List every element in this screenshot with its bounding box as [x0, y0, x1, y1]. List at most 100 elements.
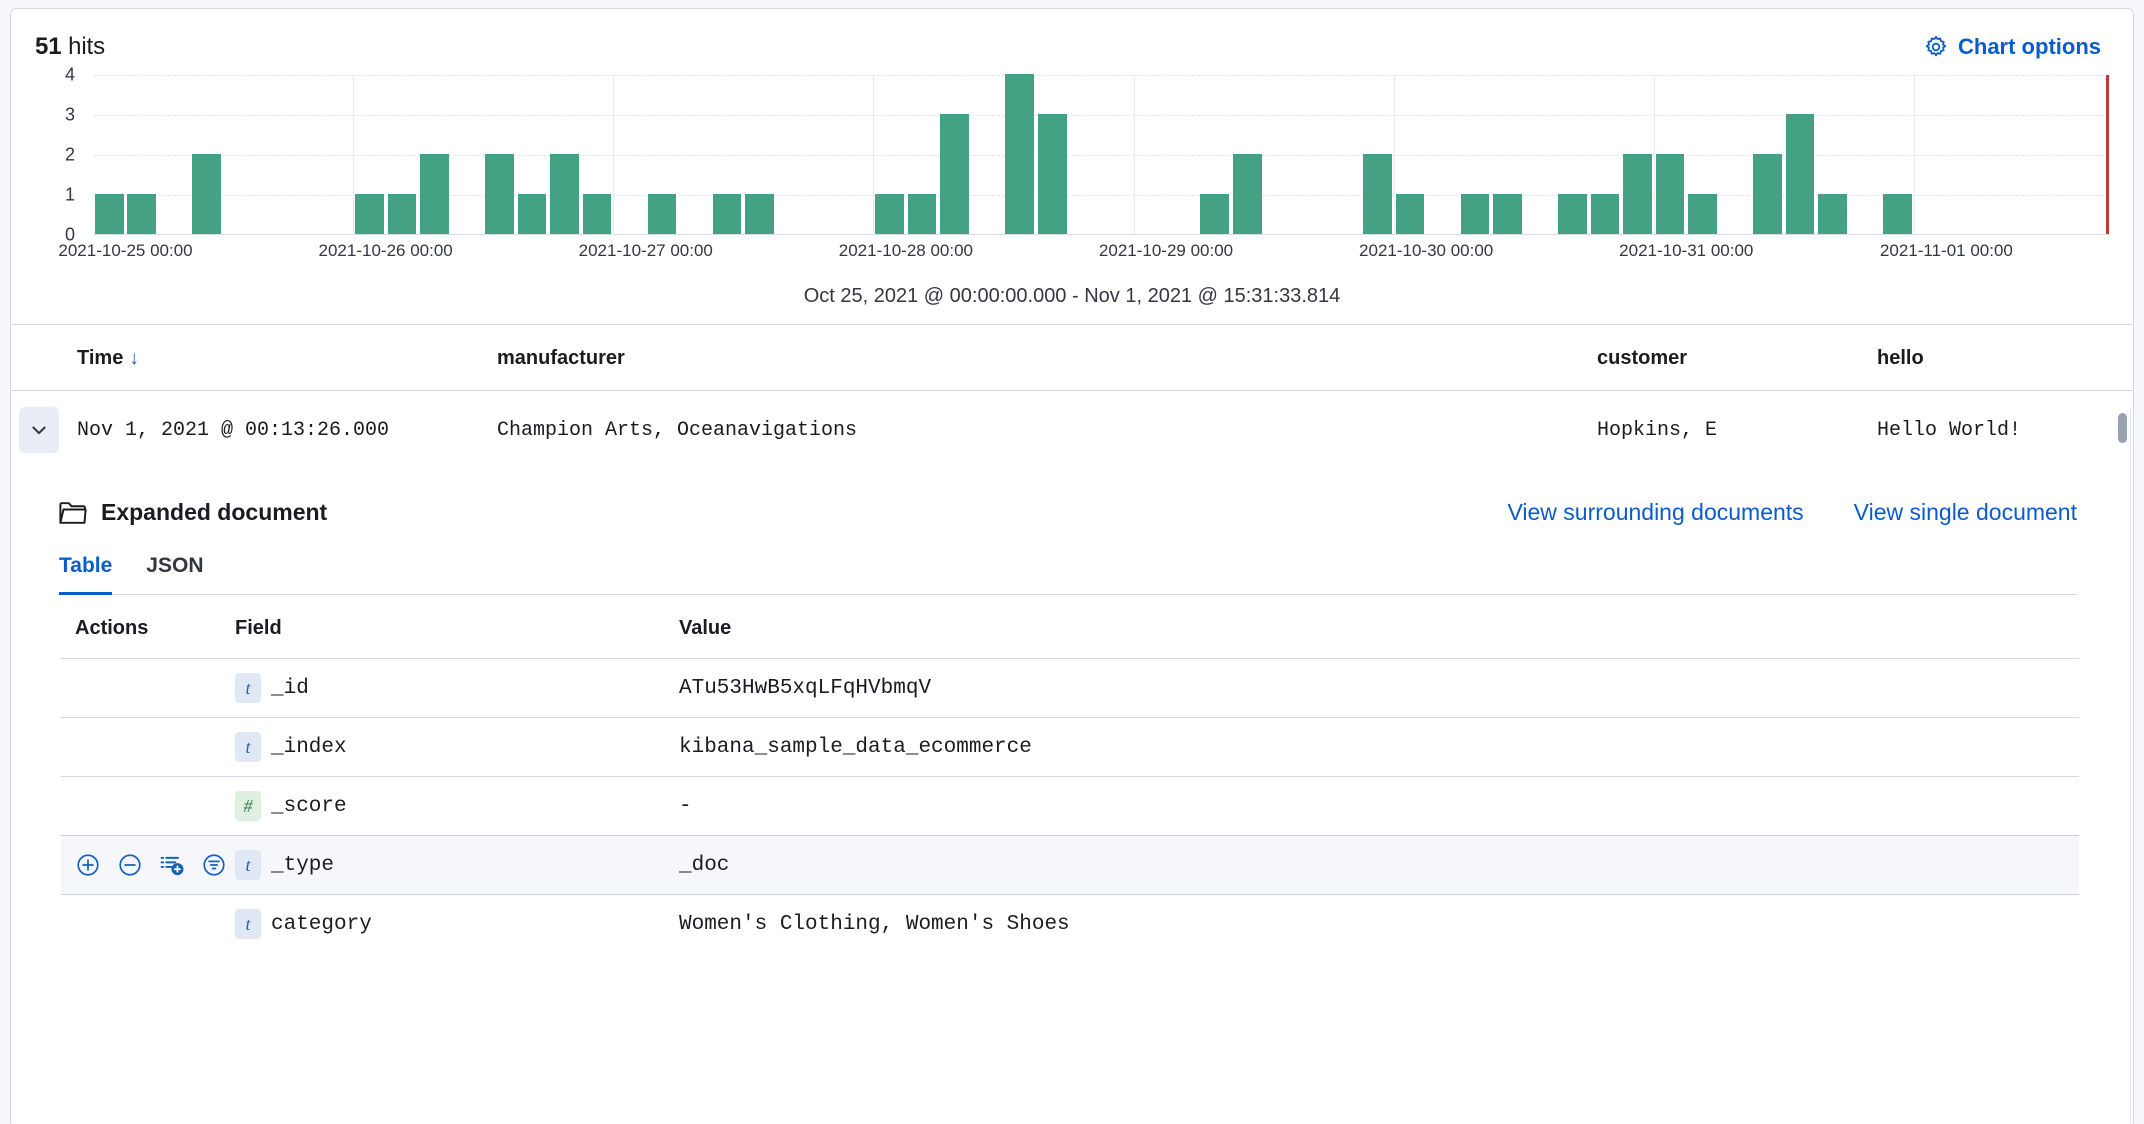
- histogram-bar[interactable]: [908, 194, 937, 234]
- histogram-bar[interactable]: [485, 154, 514, 234]
- field-row[interactable]: t_idATu53HwB5xqLFqHVbmqV: [61, 659, 2079, 718]
- hits-word: hits: [68, 33, 105, 60]
- filter-for-value-icon[interactable]: [75, 852, 101, 878]
- histogram-bar[interactable]: [1883, 194, 1912, 234]
- field-name-label: category: [271, 913, 372, 936]
- gear-icon: [1924, 35, 1948, 59]
- y-axis-tick: 3: [65, 105, 75, 126]
- folder-icon: [59, 501, 87, 525]
- field-value-cell: _doc: [679, 836, 2079, 895]
- histogram-bar[interactable]: [1461, 194, 1490, 234]
- histogram-bar[interactable]: [1200, 194, 1229, 234]
- column-header-customer[interactable]: customer: [1597, 325, 1877, 391]
- column-header-hello[interactable]: hello: [1877, 325, 2133, 391]
- histogram-bar[interactable]: [518, 194, 547, 234]
- histogram-bar[interactable]: [583, 194, 612, 234]
- histogram-bar[interactable]: [1005, 74, 1034, 234]
- x-axis-tick: 2021-10-26 00:00: [319, 241, 453, 261]
- string-field-type-icon: t: [235, 673, 261, 703]
- cell-time: Nov 1, 2021 @ 00:13:26.000: [77, 391, 497, 470]
- histogram-bar[interactable]: [940, 114, 969, 234]
- x-axis-tick: 2021-10-28 00:00: [839, 241, 973, 261]
- histogram-bar[interactable]: [745, 194, 774, 234]
- x-axis-tick: 2021-11-01 00:00: [1880, 241, 2013, 261]
- x-axis-tick: 2021-10-30 00:00: [1359, 241, 1493, 261]
- column-header-customer-label: customer: [1597, 347, 1687, 369]
- sort-desc-icon[interactable]: ↓: [129, 348, 139, 370]
- histogram-bar[interactable]: [1038, 114, 1067, 234]
- chart-y-axis: 01234: [35, 75, 87, 235]
- field-row[interactable]: # _score -: [61, 777, 2079, 836]
- field-name-label: _score: [271, 795, 347, 818]
- field-header-actions: Actions: [61, 595, 235, 659]
- tab-json[interactable]: JSON: [146, 554, 203, 595]
- hits-count: 51: [35, 33, 62, 60]
- chart-time-range-label: Oct 25, 2021 @ 00:00:00.000 - Nov 1, 202…: [11, 285, 2133, 308]
- histogram-bar[interactable]: [192, 154, 221, 234]
- histogram-bar[interactable]: [355, 194, 384, 234]
- histogram-bar[interactable]: [1688, 194, 1717, 234]
- histogram-bar[interactable]: [648, 194, 677, 234]
- table-row[interactable]: Nov 1, 2021 @ 00:13:26.000 Champion Arts…: [11, 391, 2133, 470]
- histogram-bar[interactable]: [875, 194, 904, 234]
- filter-for-field-present-icon[interactable]: [201, 852, 227, 878]
- collapse-document-button[interactable]: [19, 407, 59, 453]
- histogram-bar[interactable]: [388, 194, 417, 234]
- field-row[interactable]: t_indexkibana_sample_data_ecommerce: [61, 718, 2079, 777]
- field-row[interactable]: t_type_doc: [61, 836, 2079, 895]
- expand-column-header: [11, 325, 77, 391]
- column-header-hello-label: hello: [1877, 347, 1924, 369]
- scrollbar-thumb[interactable]: [2118, 413, 2127, 443]
- field-table-body: t_idATu53HwB5xqLFqHVbmqVt_indexkibana_sa…: [61, 659, 2079, 954]
- view-single-document-link[interactable]: View single document: [1854, 499, 2077, 526]
- chart-plot-area[interactable]: [93, 75, 2109, 235]
- field-action-buttons: [75, 909, 235, 939]
- histogram-bar[interactable]: [1623, 154, 1652, 234]
- expanded-document-links: View surrounding documents View single d…: [1507, 499, 2077, 526]
- tab-table[interactable]: Table: [59, 554, 112, 595]
- time-range-end-marker: [2106, 75, 2109, 234]
- chart-options-label: Chart options: [1958, 34, 2101, 60]
- histogram-bar[interactable]: [127, 194, 156, 234]
- field-value-cell: -: [679, 777, 2079, 836]
- view-surrounding-documents-link[interactable]: View surrounding documents: [1507, 499, 1803, 526]
- histogram-bar[interactable]: [1656, 154, 1685, 234]
- field-actions-cell: [61, 659, 235, 718]
- y-axis-tick: 4: [65, 65, 75, 86]
- histogram-bar[interactable]: [713, 194, 742, 234]
- y-axis-tick: 1: [65, 185, 75, 206]
- histogram-bar[interactable]: [1591, 194, 1620, 234]
- histogram-bar[interactable]: [420, 154, 449, 234]
- histogram-bar[interactable]: [550, 154, 579, 234]
- field-name-cell: t_type: [235, 836, 679, 895]
- string-field-type-icon: t: [235, 732, 261, 762]
- cell-customer: Hopkins, E: [1597, 391, 1877, 470]
- field-action-buttons: [75, 732, 235, 762]
- histogram-bar[interactable]: [1233, 154, 1262, 234]
- histogram-bar[interactable]: [95, 194, 124, 234]
- hits-histogram[interactable]: 01234 2021-10-25 00:002021-10-26 00:0020…: [35, 75, 2109, 275]
- string-field-type-icon: t: [235, 909, 261, 939]
- histogram-bar[interactable]: [1786, 114, 1815, 234]
- x-axis-tick: 2021-10-29 00:00: [1099, 241, 1233, 261]
- document-fields-table: Actions Field Value t_idATu53HwB5xqLFqHV…: [61, 595, 2079, 953]
- field-actions-cell: [61, 836, 235, 895]
- histogram-bar[interactable]: [1818, 194, 1847, 234]
- toggle-column-in-table-icon[interactable]: [159, 852, 185, 878]
- number-field-type-icon: #: [235, 791, 261, 821]
- histogram-bar[interactable]: [1363, 154, 1392, 234]
- histogram-bar[interactable]: [1753, 154, 1782, 234]
- cell-hello: Hello World!: [1877, 391, 2133, 470]
- filter-out-value-icon[interactable]: [117, 852, 143, 878]
- column-header-manufacturer[interactable]: manufacturer: [497, 325, 1597, 391]
- histogram-bar[interactable]: [1493, 194, 1522, 234]
- y-axis-tick: 2: [65, 145, 75, 166]
- column-header-time[interactable]: Time↓: [77, 325, 497, 391]
- histogram-bar[interactable]: [1558, 194, 1587, 234]
- field-name-cell: t _index: [235, 718, 679, 777]
- chevron-down-icon: [29, 420, 49, 440]
- histogram-bar[interactable]: [1396, 194, 1425, 234]
- field-name-label: _index: [271, 736, 347, 759]
- chart-options-button[interactable]: Chart options: [1924, 34, 2109, 60]
- field-row[interactable]: tcategoryWomen's Clothing, Women's Shoes: [61, 895, 2079, 954]
